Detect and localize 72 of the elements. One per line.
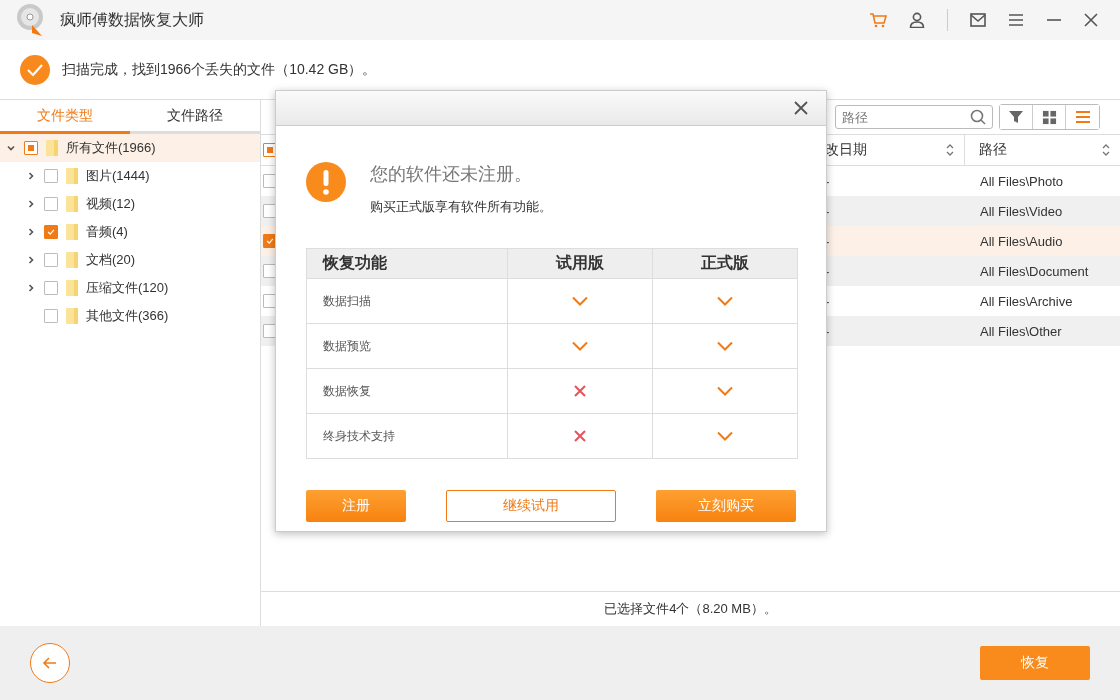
- scan-status-text: 扫描完成，找到1966个丢失的文件（10.42 GB）。: [62, 60, 377, 79]
- tree-item-label[interactable]: 其他文件(366): [86, 307, 169, 325]
- dialog-title: 您的软件还未注册。: [370, 163, 533, 186]
- expand-chevron-icon[interactable]: [26, 171, 36, 181]
- table-cell-text: All Files\Archive: [979, 293, 1074, 309]
- column-header: 恢复功能: [321, 253, 388, 273]
- folder-icon: [66, 280, 78, 296]
- folder-icon: [66, 308, 78, 324]
- dialog-message: 购买正式版享有软件所有功能。: [370, 198, 552, 216]
- window-title: 疯师傅数据恢复大师: [60, 9, 204, 30]
- table-cell-text: 数据预览: [322, 337, 372, 355]
- tree-item-label[interactable]: 音频(4): [86, 223, 128, 241]
- close-icon[interactable]: [794, 101, 808, 115]
- checkbox[interactable]: [44, 197, 58, 211]
- column-header: 正式版: [652, 249, 797, 278]
- table-cell-text: -: [824, 323, 831, 339]
- expand-chevron-icon[interactable]: [26, 255, 36, 265]
- filter-icon: [1008, 109, 1024, 125]
- disc-logo-icon: [16, 3, 46, 37]
- table-cell-text: All Files\Video: [979, 203, 1064, 219]
- folder-icon: [46, 140, 58, 156]
- mail-icon[interactable]: [970, 13, 986, 27]
- tree-item-label[interactable]: 图片(1444): [86, 167, 150, 185]
- filter-button[interactable]: [1000, 105, 1033, 129]
- table-cell-text: 数据恢复: [322, 382, 372, 400]
- cart-icon[interactable]: [869, 12, 887, 28]
- checkbox[interactable]: [44, 169, 58, 183]
- sort-icon[interactable]: [946, 144, 954, 156]
- table-cell-text: All Files\Document: [979, 263, 1090, 279]
- table-cell-text: -: [824, 203, 831, 219]
- expand-chevron-icon[interactable]: [26, 199, 36, 209]
- table-cell-text: -: [824, 173, 831, 189]
- tree-item-label[interactable]: 视频(12): [86, 195, 136, 213]
- menu-icon[interactable]: [1008, 13, 1024, 27]
- table-cell-text: All Files\Audio: [979, 233, 1064, 249]
- list-icon: [1074, 109, 1091, 125]
- sort-icon[interactable]: [1102, 144, 1110, 156]
- collapse-chevron-icon[interactable]: [6, 143, 16, 153]
- column-header[interactable]: 路径: [965, 135, 1120, 165]
- table-cell-text: -: [824, 293, 831, 309]
- checkbox[interactable]: [44, 281, 58, 295]
- folder-icon: [66, 196, 78, 212]
- folder-icon: [66, 224, 78, 240]
- warning-icon: [306, 162, 346, 202]
- checkmark-icon: [46, 227, 56, 237]
- folder-icon: [66, 252, 78, 268]
- search-icon[interactable]: [970, 109, 986, 125]
- table-cell-text: -: [824, 233, 831, 249]
- search-field[interactable]: 路径: [835, 105, 993, 129]
- table-cell-text: All Files\Photo: [979, 173, 1065, 189]
- table-cell-text: All Files\Other: [979, 323, 1063, 339]
- checkbox[interactable]: [44, 225, 58, 239]
- close-icon[interactable]: [1084, 13, 1098, 27]
- checkbox[interactable]: [44, 309, 58, 323]
- folder-icon: [66, 168, 78, 184]
- left-arrow-icon: [42, 655, 58, 671]
- checkbox[interactable]: [24, 141, 38, 155]
- tree-item-label[interactable]: 文档(20): [86, 251, 136, 269]
- expand-chevron-icon[interactable]: [26, 227, 36, 237]
- expand-chevron-icon[interactable]: [26, 283, 36, 293]
- back-button[interactable]: [30, 643, 70, 683]
- success-check-icon: [20, 54, 50, 85]
- user-icon[interactable]: [909, 12, 925, 28]
- table-cell-text: 终身技术支持: [322, 427, 396, 445]
- column-header: 试用版: [507, 249, 652, 278]
- tree-item-label[interactable]: 压缩文件(120): [86, 279, 169, 297]
- table-cell-text: 数据扫描: [322, 292, 372, 310]
- grid-icon: [1041, 109, 1057, 125]
- checkbox[interactable]: [44, 253, 58, 267]
- checkmark-icon: [265, 236, 275, 246]
- selection-status-text: 已选择文件4个（8.20 MB）。: [604, 600, 777, 618]
- table-cell-text: -: [824, 263, 831, 279]
